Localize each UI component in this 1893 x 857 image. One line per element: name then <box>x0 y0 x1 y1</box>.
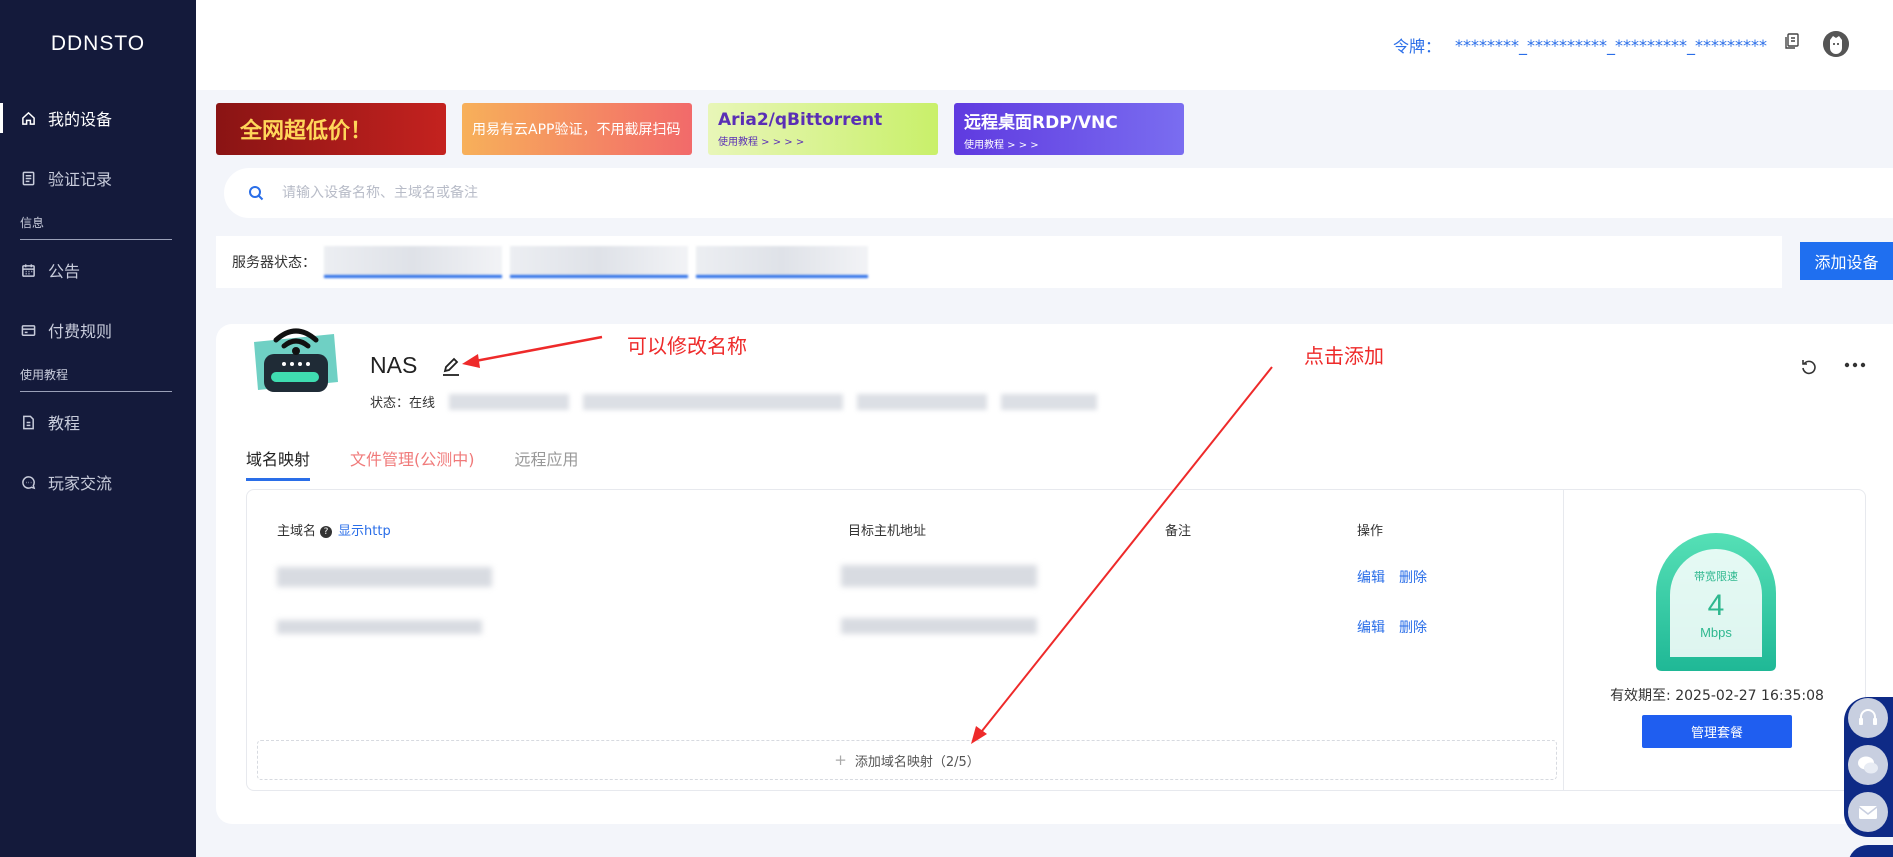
sidebar-item-label: 玩家交流 <box>48 474 113 493</box>
promo-banner-rdp[interactable]: 远程桌面RDP/VNC 使用教程 > > > <box>954 103 1184 155</box>
column-header-note: 备注 <box>1165 524 1192 539</box>
sidebar-item-label: 付费规则 <box>48 322 113 341</box>
banner-title: Aria2/qBittorrent <box>718 110 883 130</box>
tab-remote-apps[interactable]: 远程应用 <box>515 446 579 481</box>
device-info-redacted <box>583 393 844 410</box>
sidebar-item-my-devices[interactable]: 我的设备 <box>0 88 196 148</box>
manage-plan-button[interactable]: 管理套餐 <box>1642 715 1792 748</box>
device-name: NAS <box>370 352 418 378</box>
brand-logo: DDNSTO <box>50 32 146 55</box>
bandwidth-value: 4 <box>1708 589 1725 622</box>
router-wifi-icon <box>254 328 338 392</box>
tab-file-management[interactable]: 文件管理(公测中) <box>350 446 475 481</box>
device-info-redacted <box>449 393 570 410</box>
wechat-icon[interactable] <box>1848 745 1888 785</box>
target-cell-redacted <box>841 565 1037 587</box>
bandwidth-unit: Mbps <box>1700 625 1732 640</box>
domain-cell-redacted <box>277 620 482 634</box>
panel-divider <box>1563 490 1564 790</box>
promo-banner-low-price[interactable]: 全网超低价！ <box>216 103 446 155</box>
document-icon <box>20 414 36 430</box>
top-header: 令牌： ********_**********_*********_******… <box>196 0 1893 90</box>
sidebar-item-tutorial[interactable]: 教程 <box>0 392 196 452</box>
plan-expiry: 有效期至: 2025-02-27 16:35:08 <box>1610 688 1824 704</box>
token-value: ********_**********_*********_********* <box>1455 35 1767 55</box>
floating-toolbar-tail <box>1848 845 1893 857</box>
search-bar <box>224 168 1893 218</box>
device-tabs: 域名映射 文件管理(公测中) 远程应用 <box>246 446 619 481</box>
column-header-domain: 主域名? 显示http <box>277 520 391 539</box>
sidebar: DDNSTO 我的设备 验证记录 信息 公告 付费规则 使用教程 教程 玩家交流 <box>0 0 196 857</box>
domain-mapping-panel: 主域名? 显示http 目标主机地址 备注 操作 编辑 删除 编辑 删除 + 添加… <box>246 489 1866 791</box>
mail-icon[interactable] <box>1848 792 1888 832</box>
show-http-link[interactable]: 显示http <box>338 524 391 539</box>
banner-subtitle: 使用教程 > > > <box>964 139 1039 151</box>
annotation-rename: 可以修改名称 <box>627 334 747 358</box>
banner-title: 远程桌面RDP/VNC <box>964 112 1118 133</box>
home-icon <box>20 110 36 126</box>
bandwidth-gauge: 带宽限速 4 Mbps <box>1656 533 1776 671</box>
tab-domain-mapping[interactable]: 域名映射 <box>246 446 311 481</box>
edit-name-icon[interactable] <box>440 355 462 377</box>
server-status-item <box>324 246 502 278</box>
promo-banner-app-verify[interactable]: 用易有云APP验证，不用截屏扫码 <box>462 103 692 155</box>
card-icon <box>20 322 36 338</box>
promo-banner-aria2[interactable]: Aria2/qBittorrent 使用教程 > > > > <box>708 103 938 155</box>
column-header-operation: 操作 <box>1357 524 1384 539</box>
sidebar-section-info: 信息 <box>20 214 172 240</box>
bandwidth-label: 带宽限速 <box>1694 569 1738 583</box>
refresh-icon[interactable] <box>1800 358 1818 376</box>
sidebar-item-community[interactable]: 玩家交流 <box>0 452 196 512</box>
add-domain-mapping-button[interactable]: + 添加域名映射（2/5） <box>257 740 1557 780</box>
server-status-label: 服务器状态： <box>232 255 316 271</box>
add-device-button[interactable]: 添加设备 <box>1800 242 1893 280</box>
target-cell-redacted <box>841 618 1037 634</box>
copy-icon[interactable] <box>1783 32 1801 50</box>
chat-icon <box>20 474 36 490</box>
server-status-row: 服务器状态： <box>216 236 1782 288</box>
plus-icon: + <box>834 751 847 769</box>
annotation-click-add: 点击添加 <box>1304 344 1384 368</box>
device-card: NAS 状态：在线 域名映射 文件管理(公测中) 远程应用 主域名? 显示http… <box>216 324 1893 824</box>
avatar[interactable] <box>1823 31 1849 57</box>
sidebar-item-announcements[interactable]: 公告 <box>0 240 196 300</box>
sidebar-item-label: 公告 <box>48 262 81 281</box>
domain-cell-redacted <box>277 567 492 587</box>
customer-service-icon[interactable] <box>1848 698 1888 738</box>
banner-title: 全网超低价！ <box>240 118 373 144</box>
sidebar-item-label: 验证记录 <box>48 170 113 189</box>
add-domain-mapping-label: 添加域名映射（2/5） <box>854 754 980 770</box>
sidebar-item-pricing-rules[interactable]: 付费规则 <box>0 300 196 360</box>
banner-subtitle: 使用教程 > > > > <box>718 137 805 148</box>
server-status-item <box>510 246 688 278</box>
edit-link[interactable]: 编辑 <box>1357 617 1385 637</box>
delete-link[interactable]: 删除 <box>1399 617 1427 637</box>
delete-link[interactable]: 删除 <box>1399 567 1427 587</box>
banner-title: 用易有云APP验证，不用截屏扫码 <box>472 122 681 138</box>
list-icon <box>20 170 36 186</box>
calendar-icon <box>20 262 36 278</box>
device-info-redacted <box>1001 393 1098 410</box>
more-options-icon[interactable] <box>1843 355 1867 375</box>
device-status-label: 状态：在线 <box>370 396 436 411</box>
search-icon <box>249 186 264 201</box>
search-input[interactable] <box>282 185 882 201</box>
token-label: 令牌： <box>1392 37 1441 56</box>
device-status: 状态：在线 <box>370 392 1098 411</box>
sidebar-item-verify-records[interactable]: 验证记录 <box>0 148 196 208</box>
help-icon[interactable]: ? <box>320 526 333 538</box>
token-display: 令牌： ********_**********_*********_******… <box>1393 33 1767 57</box>
edit-link[interactable]: 编辑 <box>1357 567 1385 587</box>
device-info-redacted <box>857 393 988 410</box>
sidebar-section-tutorial: 使用教程 <box>20 366 172 392</box>
sidebar-item-label: 我的设备 <box>48 110 113 129</box>
column-header-target: 目标主机地址 <box>848 524 927 539</box>
column-header-domain-label: 主域名 <box>277 524 317 539</box>
sidebar-item-label: 教程 <box>48 414 81 433</box>
server-status-item <box>696 246 868 278</box>
